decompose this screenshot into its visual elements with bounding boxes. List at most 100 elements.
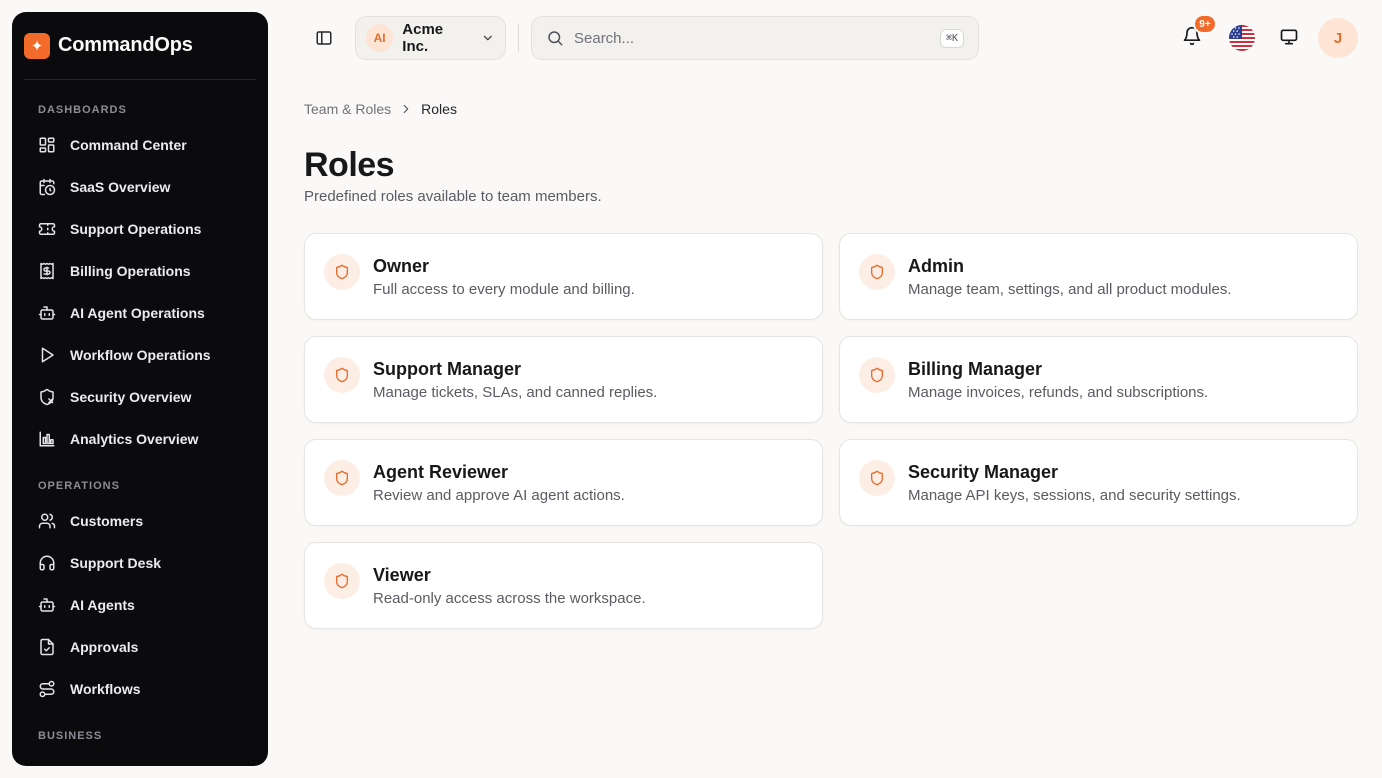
sidebar-item-approvals[interactable]: Approvals bbox=[12, 626, 268, 668]
shield-x-icon bbox=[40, 388, 54, 406]
bar-chart-icon bbox=[39, 431, 55, 447]
role-name: Agent Reviewer bbox=[373, 462, 509, 482]
search-icon bbox=[548, 31, 563, 46]
ticket-icon bbox=[38, 223, 56, 235]
clipboard-check-icon bbox=[40, 638, 54, 656]
sidebar-item-customers[interactable]: Customers bbox=[12, 500, 268, 542]
users-icon bbox=[38, 513, 56, 529]
breadcrumb: Team & Roles Roles bbox=[304, 101, 457, 117]
role-description: Full access to every module and billing. bbox=[373, 281, 635, 298]
sidebar-item-ai-agents[interactable]: AI Agents bbox=[12, 584, 268, 626]
sidebar-item-label: Billing Operations bbox=[70, 263, 191, 279]
workflow-icon bbox=[39, 680, 55, 698]
role-description: Manage tickets, SLAs, and canned replies… bbox=[373, 384, 658, 401]
section-title-dashboards: DASHBOARDS bbox=[38, 104, 127, 116]
role-card-billing-manager[interactable]: Billing Manager Manage invoices, refunds… bbox=[839, 336, 1358, 423]
sidebar-item-label: Security Overview bbox=[70, 389, 192, 405]
sidebar-item-security-overview[interactable]: Security Overview bbox=[12, 376, 268, 418]
role-description: Manage invoices, refunds, and subscripti… bbox=[908, 384, 1209, 401]
section-title-operations: OPERATIONS bbox=[38, 480, 120, 492]
language-selector[interactable] bbox=[1229, 25, 1255, 51]
role-name: Billing Manager bbox=[908, 359, 1043, 379]
bot-icon bbox=[38, 598, 56, 612]
receipt-icon bbox=[40, 262, 54, 280]
shield-icon bbox=[324, 460, 360, 496]
sidebar-item-workflow-operations[interactable]: Workflow Operations bbox=[12, 334, 268, 376]
breadcrumb-parent[interactable]: Team & Roles bbox=[304, 101, 391, 117]
display-mode-button[interactable] bbox=[1279, 27, 1301, 49]
sidebar-item-label: Workflow Operations bbox=[70, 347, 211, 363]
role-description: Manage team, settings, and all product m… bbox=[908, 281, 1232, 298]
shield-icon bbox=[859, 460, 895, 496]
sidebar: ✦ CommandOps DASHBOARDS Command Center S… bbox=[12, 12, 268, 766]
notification-badge: 9+ bbox=[1193, 14, 1217, 34]
org-name: Acme Inc. bbox=[402, 21, 444, 55]
sidebar-item-label: AI Agents bbox=[70, 597, 135, 613]
brand-name: CommandOps bbox=[58, 34, 193, 56]
role-name: Support Manager bbox=[373, 359, 522, 379]
breadcrumb-current: Roles bbox=[421, 101, 457, 117]
section-title-business: BUSINESS bbox=[38, 730, 103, 742]
user-avatar[interactable]: J bbox=[1318, 18, 1358, 58]
role-card-agent-reviewer[interactable]: Agent Reviewer Review and approve AI age… bbox=[304, 439, 823, 526]
role-name: Admin bbox=[908, 256, 964, 276]
role-name: Owner bbox=[373, 256, 430, 276]
chevron-right-icon bbox=[399, 102, 413, 116]
role-description: Manage API keys, sessions, and security … bbox=[908, 487, 1241, 504]
sidebar-item-saas-overview[interactable]: SaaS Overview bbox=[12, 166, 268, 208]
search-input[interactable] bbox=[574, 29, 940, 47]
role-name: Viewer bbox=[373, 565, 431, 585]
sidebar-item-label: Support Desk bbox=[70, 555, 162, 571]
sidebar-item-label: AI Agent Operations bbox=[70, 305, 205, 321]
page-title: Roles bbox=[304, 146, 395, 184]
sidebar-item-workflows[interactable]: Workflows bbox=[12, 668, 268, 710]
org-switcher[interactable]: AI Acme Inc. bbox=[355, 16, 506, 60]
sidebar-item-label: SaaS Overview bbox=[70, 179, 171, 195]
shield-icon bbox=[859, 357, 895, 393]
sidebar-item-support-desk[interactable]: Support Desk bbox=[12, 542, 268, 584]
shield-icon bbox=[859, 254, 895, 290]
org-badge: AI bbox=[366, 24, 394, 52]
sparkle-logo-icon: ✦ bbox=[24, 32, 50, 59]
chevron-down-icon bbox=[484, 35, 493, 41]
calendar-clock-icon bbox=[39, 178, 56, 196]
roles-grid: Owner Full access to every module and bi… bbox=[304, 233, 1358, 629]
sidebar-item-label: Workflows bbox=[70, 681, 141, 697]
sidebar-item-support-operations[interactable]: Support Operations bbox=[12, 208, 268, 250]
sidebar-item-label: Approvals bbox=[70, 639, 139, 655]
shield-icon bbox=[324, 563, 360, 599]
sidebar-item-analytics-overview[interactable]: Analytics Overview bbox=[12, 418, 268, 460]
panel-left-icon bbox=[316, 31, 332, 45]
role-name: Security Manager bbox=[908, 462, 1059, 482]
dashboards-nav: Command Center SaaS Overview Support Ope… bbox=[12, 124, 268, 460]
sidebar-item-label: Customers bbox=[70, 513, 144, 529]
sidebar-item-ai-agent-operations[interactable]: AI Agent Operations bbox=[12, 292, 268, 334]
role-card-support-manager[interactable]: Support Manager Manage tickets, SLAs, an… bbox=[304, 336, 823, 423]
sidebar-item-label: Command Center bbox=[70, 137, 187, 153]
role-description: Read-only access across the workspace. bbox=[373, 590, 646, 607]
headset-icon bbox=[39, 555, 55, 571]
sidebar-item-label: Support Operations bbox=[70, 221, 202, 237]
topbar-divider bbox=[518, 24, 519, 52]
us-flag-icon bbox=[1229, 25, 1255, 51]
shield-icon bbox=[324, 254, 360, 290]
bot-icon bbox=[38, 306, 56, 320]
sidebar-toggle-button[interactable] bbox=[312, 26, 336, 50]
role-card-admin[interactable]: Admin Manage team, settings, and all pro… bbox=[839, 233, 1358, 320]
sidebar-item-billing-operations[interactable]: Billing Operations bbox=[12, 250, 268, 292]
role-card-security-manager[interactable]: Security Manager Manage API keys, sessio… bbox=[839, 439, 1358, 526]
role-card-viewer[interactable]: Viewer Read-only access across the works… bbox=[304, 542, 823, 629]
operations-nav: Customers Support Desk AI Agents Approva… bbox=[12, 500, 268, 710]
play-icon bbox=[41, 347, 54, 363]
monitor-icon bbox=[1280, 29, 1298, 45]
sidebar-item-command-center[interactable]: Command Center bbox=[12, 124, 268, 166]
brand[interactable]: ✦ CommandOps bbox=[24, 12, 256, 80]
role-card-owner[interactable]: Owner Full access to every module and bi… bbox=[304, 233, 823, 320]
shield-icon bbox=[324, 357, 360, 393]
search-bar[interactable]: ⌘K bbox=[531, 16, 979, 60]
sidebar-item-label: Analytics Overview bbox=[70, 431, 199, 447]
dashboard-icon bbox=[39, 137, 55, 153]
page-subtitle: Predefined roles available to team membe… bbox=[304, 188, 602, 205]
role-description: Review and approve AI agent actions. bbox=[373, 487, 625, 504]
search-shortcut: ⌘K bbox=[939, 28, 964, 48]
